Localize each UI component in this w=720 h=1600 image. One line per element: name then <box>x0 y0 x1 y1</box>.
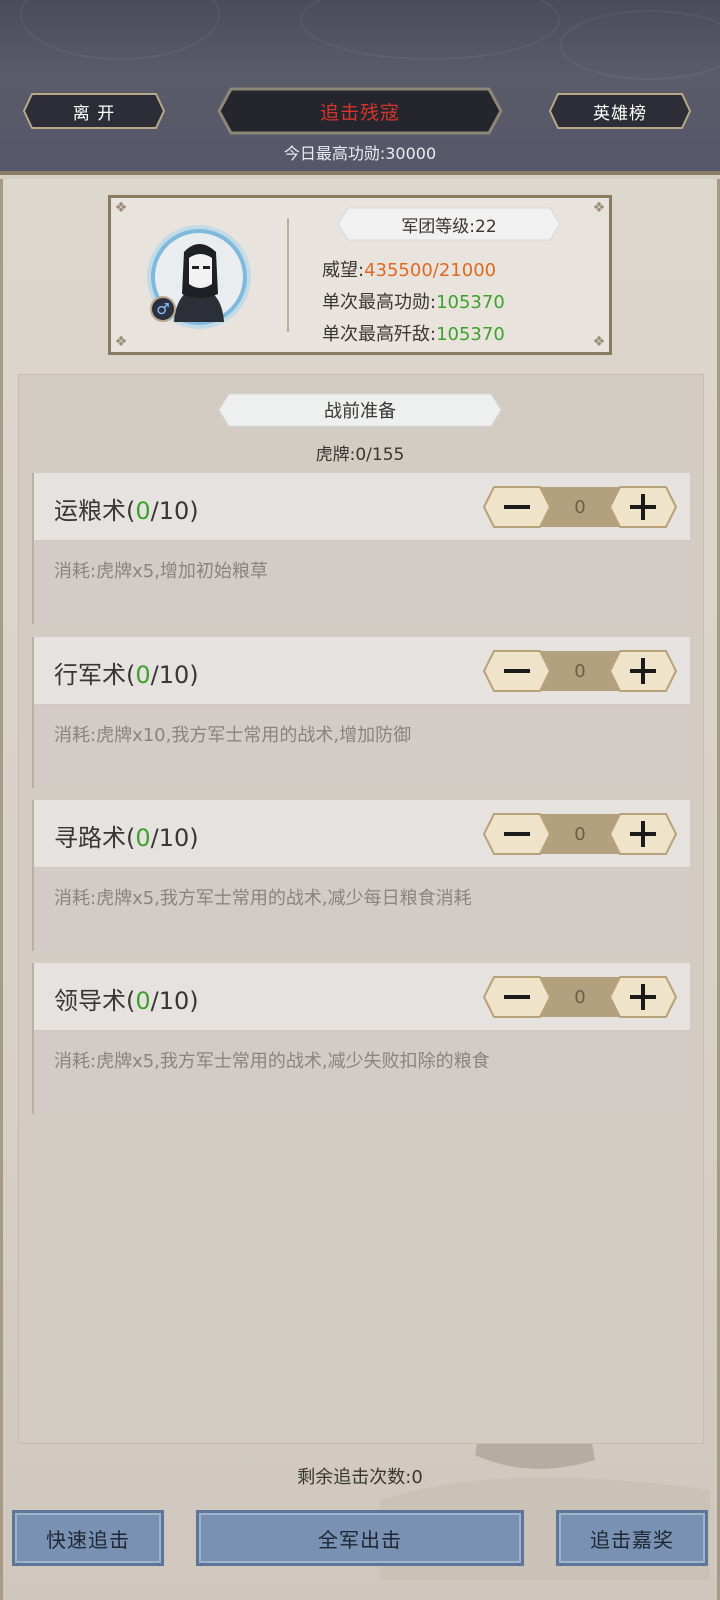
skill-paren: ( <box>126 987 136 1015</box>
skill-title: 领导术 <box>54 987 126 1015</box>
increase-button[interactable] <box>608 485 678 529</box>
prestige-label: 威望: <box>322 260 365 281</box>
stepper-value: 0 <box>574 660 586 682</box>
skill-current-level: 0 <box>135 497 151 525</box>
best-kills-row: 单次最高歼敌:105370 <box>322 320 505 346</box>
skill-title: 寻路术 <box>54 824 126 852</box>
minus-icon <box>504 669 530 673</box>
skill-card: 领导术(0/10) 0 消耗:虎牌x5,我方军士常用的战术,减少失败扣除的粮食 <box>32 963 690 1114</box>
plus-icon <box>641 984 645 1010</box>
best-merit-row: 单次最高功勋:105370 <box>322 288 505 314</box>
skill-max-level: /10) <box>150 497 199 525</box>
legion-level-plate: 军团等级:22 <box>336 206 562 242</box>
skill-title: 运粮术 <box>54 497 126 525</box>
remaining-chases: 剩余追击次数:0 <box>0 1463 720 1489</box>
today-best-value: 30000 <box>385 144 437 163</box>
skill-max-level: /10) <box>150 987 199 1015</box>
skill-paren: ( <box>126 497 136 525</box>
skill-card: 运粮术(0/10) 0 消耗:虎牌x5,增加初始粮草 <box>32 473 690 624</box>
skill-max-level: /10) <box>150 824 199 852</box>
prep-title: 战前准备 <box>324 401 396 422</box>
minus-icon <box>504 832 530 836</box>
minus-icon <box>504 505 530 509</box>
skill-paren: ( <box>126 661 136 689</box>
chase-reward-button[interactable]: 追击嘉奖 <box>556 1510 708 1566</box>
skill-name: 运粮术(0/10) <box>54 491 199 526</box>
leave-label: 离 开 <box>72 103 116 124</box>
tiger-token-count: 虎牌:0/155 <box>0 440 720 465</box>
full-army-attack-button[interactable]: 全军出击 <box>196 1510 524 1566</box>
skill-stepper: 0 <box>482 649 678 693</box>
decrease-button[interactable] <box>482 812 552 856</box>
today-best-merit: 今日最高功勋:30000 <box>0 140 720 164</box>
corner-ornament: ❖ <box>114 200 128 216</box>
top-banner: 离 开 追击残寇 英雄榜 今日最高功勋:30000 <box>0 0 720 175</box>
plus-icon <box>641 494 645 520</box>
title-text: 追击残寇 <box>319 101 400 124</box>
best-kills-value: 105370 <box>436 324 505 345</box>
leave-button[interactable]: 离 开 <box>22 92 166 130</box>
stepper-value: 0 <box>574 823 586 845</box>
legion-level-value: 22 <box>475 216 497 237</box>
prep-title-plate: 战前准备 <box>217 392 503 428</box>
increase-button[interactable] <box>608 975 678 1019</box>
corner-ornament: ❖ <box>592 200 606 216</box>
increase-button[interactable] <box>608 812 678 856</box>
remaining-value: 0 <box>411 1467 423 1488</box>
full-army-label: 全军出击 <box>318 1527 402 1552</box>
quick-chase-label: 快速追击 <box>46 1527 130 1552</box>
skill-paren: ( <box>126 824 136 852</box>
tiger-label: 虎牌: <box>315 445 356 465</box>
corner-ornament: ❖ <box>592 334 606 350</box>
prestige-value: 435500/21000 <box>364 260 497 281</box>
skill-stepper: 0 <box>482 975 678 1019</box>
skill-description: 消耗:虎牌x10,我方军士常用的战术,增加防御 <box>54 725 412 746</box>
skill-stepper: 0 <box>482 485 678 529</box>
skill-max-level: /10) <box>150 661 199 689</box>
skill-name: 领导术(0/10) <box>54 981 199 1016</box>
prestige-row: 威望:435500/21000 <box>322 256 496 282</box>
skill-current-level: 0 <box>135 661 151 689</box>
card-divider <box>287 218 289 332</box>
skill-card: 寻路术(0/10) 0 消耗:虎牌x5,我方军士常用的战术,减少每日粮食消耗 <box>32 800 690 951</box>
minus-icon <box>504 995 530 999</box>
skill-description: 消耗:虎牌x5,增加初始粮草 <box>54 561 268 582</box>
male-icon: ♂ <box>150 296 176 322</box>
quick-chase-button[interactable]: 快速追击 <box>12 1510 164 1566</box>
skill-description: 消耗:虎牌x5,我方军士常用的战术,减少每日粮食消耗 <box>54 888 472 909</box>
tiger-value: 0/155 <box>355 445 405 465</box>
skill-title: 行军术 <box>54 661 126 689</box>
skill-description: 消耗:虎牌x5,我方军士常用的战术,减少失败扣除的粮食 <box>54 1051 490 1072</box>
best-merit-value: 105370 <box>436 292 505 313</box>
increase-button[interactable] <box>608 649 678 693</box>
skill-current-level: 0 <box>135 987 151 1015</box>
skill-card: 行军术(0/10) 0 消耗:虎牌x10,我方军士常用的战术,增加防御 <box>32 637 690 788</box>
today-best-label: 今日最高功勋: <box>283 144 386 163</box>
plus-icon <box>641 821 645 847</box>
decrease-button[interactable] <box>482 485 552 529</box>
stepper-value: 0 <box>574 496 586 518</box>
skill-stepper: 0 <box>482 812 678 856</box>
legion-level-label: 军团等级: <box>401 216 476 237</box>
plus-icon <box>641 658 645 684</box>
best-kills-label: 单次最高歼敌: <box>322 324 437 345</box>
hero-board-label: 英雄榜 <box>593 103 647 124</box>
hero-board-button[interactable]: 英雄榜 <box>548 92 692 130</box>
chase-reward-label: 追击嘉奖 <box>590 1527 674 1552</box>
remaining-label: 剩余追击次数: <box>297 1467 412 1488</box>
skill-current-level: 0 <box>135 824 151 852</box>
page-title: 追击残寇 <box>217 87 503 135</box>
stepper-value: 0 <box>574 986 586 1008</box>
best-merit-label: 单次最高功勋: <box>322 292 437 313</box>
decrease-button[interactable] <box>482 975 552 1019</box>
decrease-button[interactable] <box>482 649 552 693</box>
corner-ornament: ❖ <box>114 334 128 350</box>
skill-name: 寻路术(0/10) <box>54 818 199 853</box>
skill-name: 行军术(0/10) <box>54 655 199 690</box>
